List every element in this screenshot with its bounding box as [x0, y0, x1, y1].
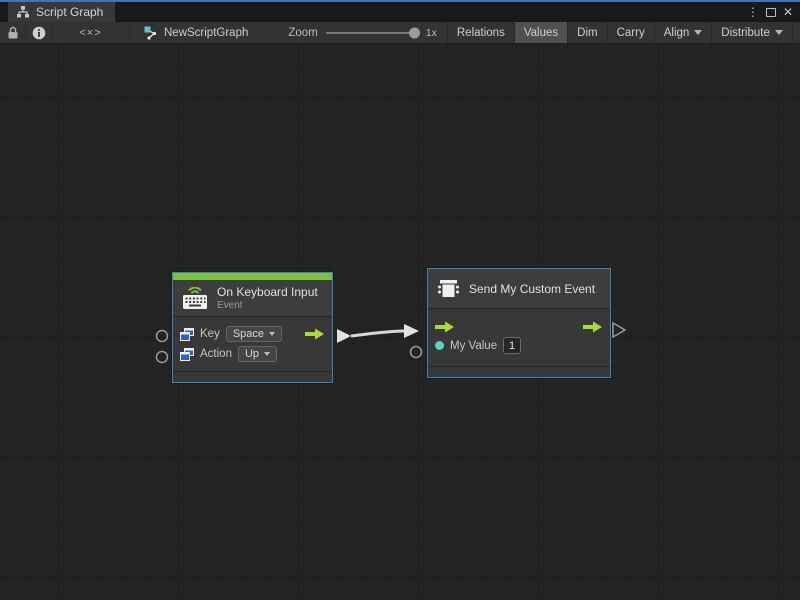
zoom-slider-handle[interactable] [409, 27, 420, 38]
port-row-key: Key Space [173, 324, 332, 344]
action-external-port[interactable] [157, 352, 168, 363]
action-dropdown[interactable]: Up [238, 346, 277, 362]
node-title: Send My Custom Event [469, 282, 595, 296]
script-graph-window: Script Graph ⋮ ✕ [0, 0, 800, 600]
values-button[interactable]: Values [514, 22, 567, 43]
trigger-input-port[interactable] [435, 321, 455, 333]
connection-wire[interactable] [351, 331, 404, 336]
object-icon [180, 328, 194, 341]
node-footer [173, 371, 332, 382]
code-icon: <×> [79, 27, 101, 39]
value-port-dot[interactable] [435, 341, 444, 350]
carry-button[interactable]: Carry [607, 22, 654, 43]
node-header: Send My Custom Event [428, 269, 610, 309]
tab-bar: Script Graph ⋮ ✕ [0, 2, 800, 22]
zoom-control: Zoom 1x [288, 22, 437, 43]
node-title: On Keyboard Input [217, 285, 318, 299]
graph-name: NewScriptGraph [164, 27, 248, 39]
chevron-down-icon [264, 352, 270, 356]
port-row-my-value: My Value [428, 335, 610, 356]
node-body: My Value [428, 309, 610, 366]
wire-start-triangle[interactable] [337, 329, 351, 343]
window-controls: ⋮ ✕ [747, 2, 800, 22]
lock-icon [7, 26, 19, 40]
node-header: On Keyboard Input Event [173, 280, 332, 317]
object-icon [180, 348, 194, 361]
trigger-out-external-port[interactable] [613, 323, 625, 337]
event-indicator-bar [173, 273, 332, 280]
graph-canvas[interactable]: On Keyboard Input Event Key [0, 44, 800, 600]
hierarchy-icon [16, 6, 30, 18]
kebab-menu-icon[interactable]: ⋮ [747, 6, 759, 18]
port-label-key: Key [200, 328, 220, 340]
node-footer [428, 366, 610, 377]
close-icon[interactable]: ✕ [783, 6, 793, 18]
my-value-external-port[interactable] [411, 347, 422, 358]
key-external-port[interactable] [157, 331, 168, 342]
zoom-slider[interactable] [326, 32, 418, 34]
toolbar-buttons: Relations Values Dim Carry Align Distrib… [447, 22, 800, 43]
node-send-my-custom-event[interactable]: Send My Custom Event [427, 268, 611, 378]
unit-icon [436, 277, 461, 300]
graph-toolbar: <×> NewScriptGraph Zoom 1x Relations [0, 22, 800, 44]
zoom-value: 1x [426, 27, 437, 39]
chevron-down-icon [694, 30, 702, 35]
port-row-action: Action Up [173, 344, 332, 364]
port-label-action: Action [200, 348, 232, 360]
key-dropdown[interactable]: Space [226, 326, 282, 342]
info-icon [32, 26, 46, 40]
connection-overlay [0, 44, 800, 600]
tab-script-graph[interactable]: Script Graph [8, 2, 115, 22]
wire-arrowhead[interactable] [404, 324, 419, 338]
code-preview-button[interactable]: <×> [52, 22, 130, 43]
trigger-output-port[interactable] [583, 321, 603, 333]
distribute-dropdown-button[interactable]: Distribute [711, 22, 792, 43]
overview-button[interactable]: Overview [792, 22, 800, 43]
node-body: Key Space [173, 317, 332, 371]
relations-button[interactable]: Relations [447, 22, 514, 43]
tab-title: Script Graph [36, 5, 103, 19]
graph-icon [144, 26, 158, 40]
chevron-down-icon [775, 30, 783, 35]
maximize-icon[interactable] [766, 8, 776, 17]
lock-button[interactable] [0, 22, 26, 43]
align-dropdown-button[interactable]: Align [654, 22, 712, 43]
node-subtitle: Event [217, 300, 318, 311]
trigger-row [428, 319, 610, 335]
graph-breadcrumb[interactable]: NewScriptGraph [144, 22, 248, 43]
info-button[interactable] [26, 22, 52, 43]
trigger-output-port[interactable] [305, 328, 325, 340]
port-label-my-value: My Value [450, 340, 497, 352]
chevron-down-icon [269, 332, 275, 336]
my-value-input[interactable] [503, 337, 521, 354]
zoom-label: Zoom [288, 27, 317, 39]
keyboard-icon [181, 287, 209, 310]
dim-button[interactable]: Dim [567, 22, 606, 43]
node-on-keyboard-input[interactable]: On Keyboard Input Event Key [172, 272, 333, 383]
